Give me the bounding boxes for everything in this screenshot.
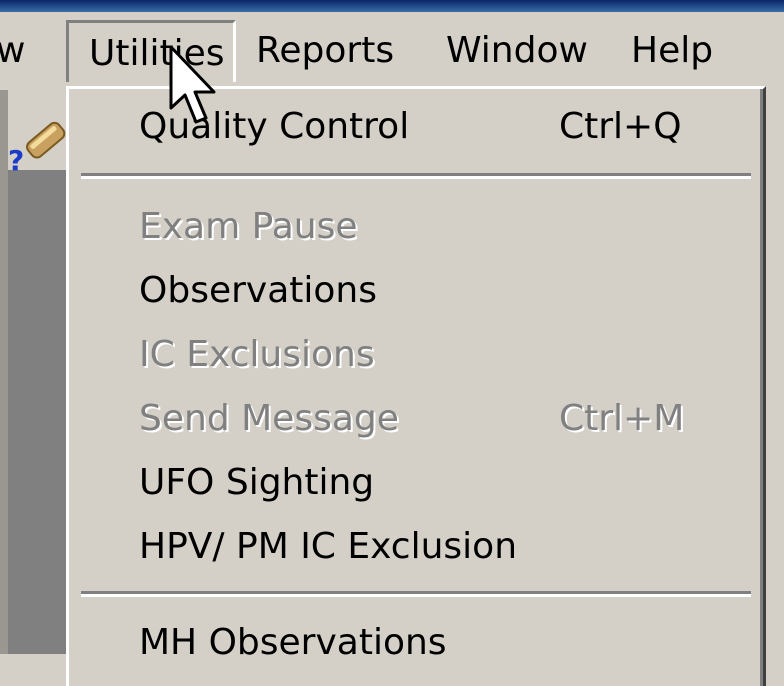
menu-view[interactable]: w bbox=[0, 20, 25, 82]
menu-item-shortcut: Ctrl+M bbox=[559, 398, 685, 439]
menu-item-label: Observations bbox=[139, 270, 377, 311]
menu-window[interactable]: Window bbox=[430, 20, 604, 82]
menu-item-exam-pause: Exam Pause bbox=[69, 195, 763, 259]
menu-item-label: Send Message bbox=[139, 398, 399, 439]
menu-utilities[interactable]: Utilities bbox=[66, 20, 236, 82]
menu-item-label: Exam Pause bbox=[139, 206, 358, 247]
menu-item-label: UFO Sighting bbox=[139, 462, 375, 503]
workspace-right-edge bbox=[766, 90, 784, 654]
utilities-dropdown-menu: Quality Control Ctrl+Q Exam Pause Observ… bbox=[66, 86, 766, 686]
menu-help[interactable]: Help bbox=[615, 20, 729, 82]
menu-item-ic-exclusions: IC Exclusions bbox=[69, 323, 763, 387]
menu-separator bbox=[81, 173, 751, 179]
menu-item-observations[interactable]: Observations bbox=[69, 259, 763, 323]
menu-item-hpv-pm-ic-exclusion[interactable]: HPV/ PM IC Exclusion bbox=[69, 515, 763, 579]
menu-separator bbox=[81, 591, 751, 597]
menu-item-quality-control[interactable]: Quality Control Ctrl+Q bbox=[69, 95, 763, 159]
menu-item-shortcut: Ctrl+Q bbox=[559, 106, 682, 147]
menu-item-send-message: Send Message Ctrl+M bbox=[69, 387, 763, 451]
menu-item-ufo-sighting[interactable]: UFO Sighting bbox=[69, 451, 763, 515]
menu-item-mh-observations[interactable]: MH Observations bbox=[69, 611, 763, 675]
workspace-background bbox=[0, 170, 70, 654]
window-title-bar bbox=[0, 0, 784, 12]
menu-item-label: HPV/ PM IC Exclusion bbox=[139, 526, 518, 567]
help-pointer-icon[interactable]: ? bbox=[6, 112, 70, 176]
menu-item-label: IC Exclusions bbox=[139, 334, 375, 375]
svg-text:?: ? bbox=[8, 144, 24, 176]
menu-bar: w Utilities Reports Window Help bbox=[0, 12, 784, 90]
menu-reports[interactable]: Reports bbox=[240, 20, 410, 82]
menu-item-label: MH Observations bbox=[139, 622, 447, 663]
menu-item-label: Quality Control bbox=[139, 106, 410, 147]
